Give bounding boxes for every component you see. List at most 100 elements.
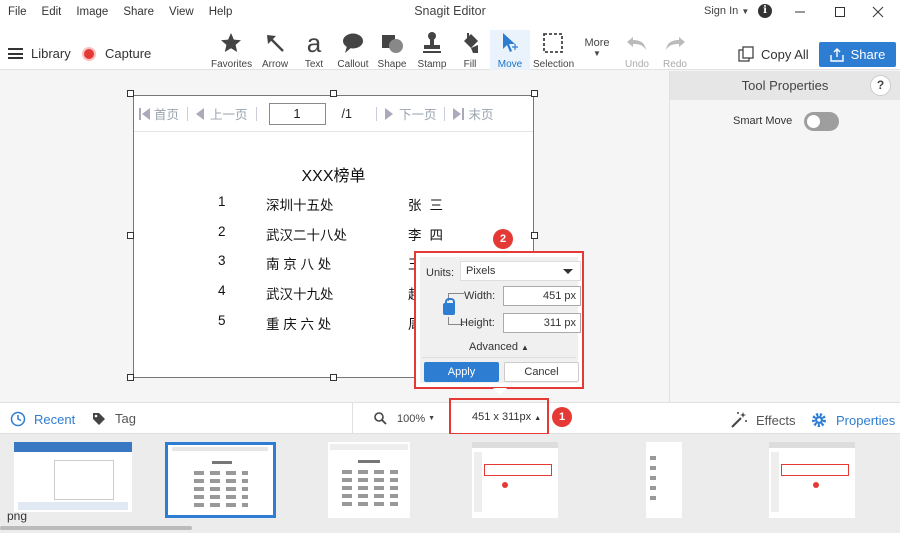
menu-help[interactable]: Help <box>202 6 241 18</box>
next-page-icon <box>384 107 393 120</box>
popup-pointer <box>493 388 507 395</box>
tool-redo[interactable]: Redo <box>655 30 695 70</box>
first-page-button[interactable]: 首页 <box>139 104 179 123</box>
library-button[interactable]: Library <box>8 46 71 61</box>
tool-more[interactable]: More ▼ <box>577 34 617 74</box>
recent-button[interactable]: Recent <box>10 411 75 427</box>
capture-button[interactable]: Capture <box>82 46 151 61</box>
prev-page-button[interactable]: 上一页 <box>196 104 248 123</box>
tool-arrow[interactable]: Arrow <box>255 30 295 70</box>
menu-file[interactable]: File <box>0 6 35 18</box>
smart-move-toggle[interactable] <box>804 112 839 131</box>
resize-image-popup: Units: Pixels Width: 451 px Height: 311 … <box>414 251 584 389</box>
sign-in-button[interactable]: Sign In ▼ <box>704 5 749 17</box>
resize-form: Units: Pixels Width: 451 px Height: 311 … <box>420 257 581 383</box>
units-label: Units: <box>426 267 455 279</box>
resize-handle-sw[interactable] <box>127 374 134 381</box>
tool-arrow-label: Arrow <box>261 59 289 70</box>
tool-callout[interactable]: Callout <box>333 30 373 70</box>
capture-thumbnail[interactable] <box>328 442 410 518</box>
resize-handle-nw[interactable] <box>127 90 134 97</box>
apply-button[interactable]: Apply <box>424 362 499 382</box>
row-number: 5 <box>218 313 226 328</box>
height-label: Height: <box>460 317 495 329</box>
row-person: 张三 <box>408 198 451 213</box>
menu-edit[interactable]: Edit <box>35 6 70 18</box>
copy-all-button[interactable]: Copy All <box>738 46 809 62</box>
annotation-badge-2: 2 <box>493 229 513 249</box>
tool-redo-label: Redo <box>663 59 687 70</box>
pager-divider <box>255 106 257 121</box>
capture-thumbnail[interactable] <box>14 442 132 512</box>
divider <box>352 403 353 434</box>
height-field[interactable]: 311 px <box>503 313 581 333</box>
next-page-label: 下一页 <box>398 108 437 122</box>
close-icon[interactable] <box>868 2 888 22</box>
page-total: /1 <box>341 106 352 121</box>
share-button[interactable]: Share <box>819 42 896 67</box>
cancel-button[interactable]: Cancel <box>504 362 579 382</box>
caret-down-icon: ▼ <box>741 7 750 16</box>
last-page-button[interactable]: 末页 <box>453 104 494 123</box>
tag-icon <box>93 412 105 425</box>
divider <box>422 357 576 358</box>
tool-stamp-label: Stamp <box>417 59 447 70</box>
pager-divider <box>187 106 189 121</box>
resize-handle-s[interactable] <box>330 374 337 381</box>
first-page-label: 首页 <box>154 108 180 122</box>
effects-button[interactable]: Effects <box>730 411 796 429</box>
capture-thumbnail[interactable] <box>769 442 855 518</box>
minimize-icon[interactable] <box>790 2 810 22</box>
chevron-down-icon: ▼ <box>593 49 601 58</box>
recent-label: Recent <box>34 411 76 427</box>
resize-handle-n[interactable] <box>330 90 337 97</box>
tool-text[interactable]: a Text <box>294 30 334 70</box>
tray-scrollbar[interactable] <box>0 526 192 530</box>
menu-image[interactable]: Image <box>69 6 116 18</box>
tool-properties-title: Tool Properties <box>741 78 829 93</box>
resize-handle-e[interactable] <box>531 232 538 239</box>
tool-move[interactable]: Move <box>490 30 530 70</box>
properties-button[interactable]: Properties <box>810 411 895 429</box>
text-icon: a <box>306 28 322 58</box>
next-page-button[interactable]: 下一页 <box>384 104 437 123</box>
tool-undo[interactable]: Undo <box>617 30 657 70</box>
tool-selection[interactable]: Selection <box>533 30 574 70</box>
clock-icon <box>10 411 26 427</box>
page-number-input[interactable]: 1 <box>268 102 326 125</box>
dimensions-label: 451 x 311px <box>472 411 532 423</box>
row-name: 重 庆 六 处 <box>266 317 332 332</box>
recent-captures-tray: png <box>0 434 900 533</box>
magic-wand-icon <box>731 412 747 428</box>
tool-fill[interactable]: Fill <box>450 30 490 70</box>
tool-stamp[interactable]: Stamp <box>412 30 452 70</box>
advanced-toggle[interactable]: Advanced ▲ <box>420 341 578 353</box>
tag-button[interactable]: Tag <box>92 411 136 426</box>
resize-handle-w[interactable] <box>127 232 134 239</box>
share-label: Share <box>850 47 886 62</box>
tool-favorites[interactable]: Favorites <box>211 30 252 70</box>
help-icon[interactable]: ? <box>870 75 891 96</box>
width-field[interactable]: 451 px <box>503 286 581 306</box>
stamp-icon <box>423 32 441 53</box>
fill-icon <box>464 33 478 53</box>
menu-view[interactable]: View <box>162 6 202 18</box>
menu-share[interactable]: Share <box>116 6 162 18</box>
tool-shape[interactable]: Shape <box>372 30 412 70</box>
lock-icon[interactable] <box>443 298 455 315</box>
last-page-label: 末页 <box>468 108 494 122</box>
width-label: Width: <box>464 290 496 302</box>
star-icon <box>221 33 241 52</box>
capture-thumbnail[interactable] <box>646 442 682 518</box>
tool-move-label: Move <box>497 59 523 70</box>
capture-thumbnail-selected[interactable] <box>165 442 276 518</box>
resize-handle-ne[interactable] <box>531 90 538 97</box>
row-number: 2 <box>218 224 226 239</box>
tool-more-label: More <box>584 37 610 49</box>
capture-thumbnail[interactable] <box>472 442 558 518</box>
properties-label: Properties <box>836 412 896 428</box>
maximize-icon[interactable] <box>830 2 850 22</box>
units-select[interactable]: Pixels <box>460 261 581 281</box>
info-icon[interactable]: i <box>758 4 772 18</box>
zoom-control[interactable]: 100% ▼ <box>374 412 435 425</box>
